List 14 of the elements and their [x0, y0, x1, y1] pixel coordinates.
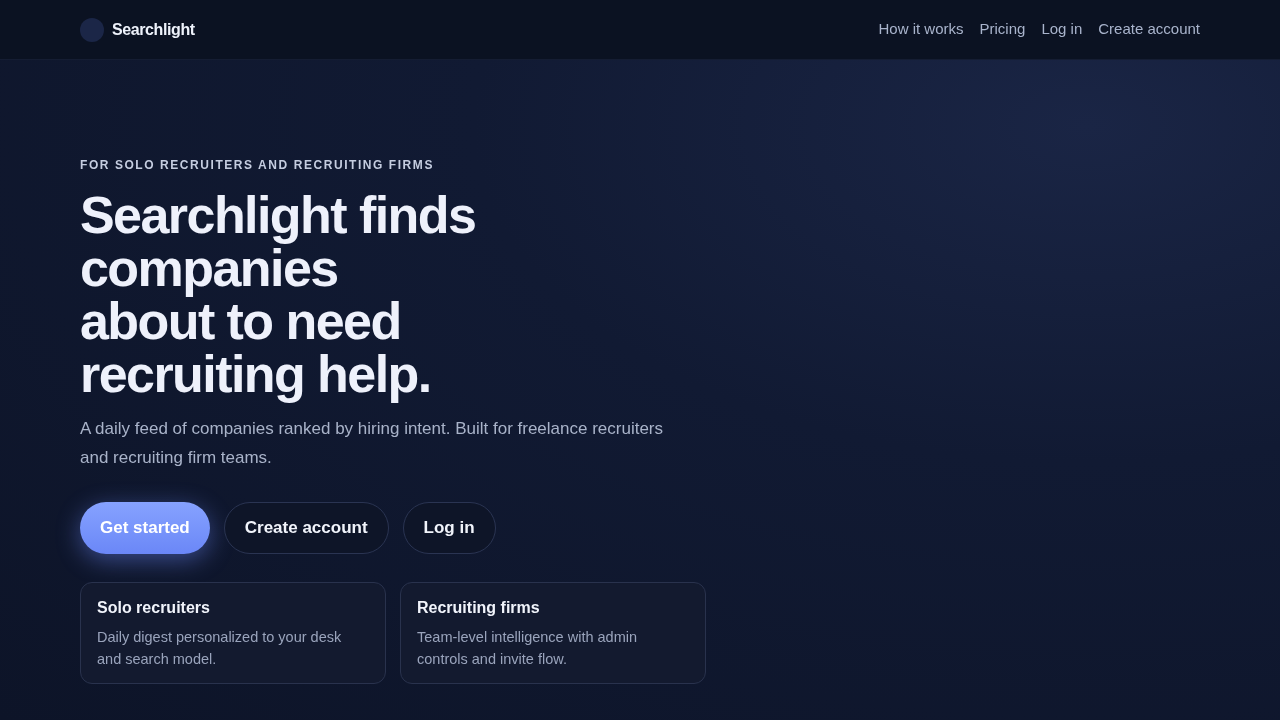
card-text: Team-level intelligence with admin controls and invite flow.: [417, 628, 639, 669]
card-title: Recruiting firms: [417, 598, 540, 618]
card-title: Solo recruiters: [97, 598, 210, 618]
hero-headline: Searchlight finds companies about to need recruiting help.: [80, 189, 476, 401]
outline-button[interactable]: Create account: [223, 502, 389, 554]
brand-name[interactable]: Searchlight: [112, 17, 195, 42]
nav-link[interactable]: Create account: [1098, 18, 1200, 41]
hero-description: A daily feed of companies ranked by hiring intent. Built for freelance recruiters and recruiting firm teams.: [80, 418, 665, 469]
outline-button[interactable]: Log in: [402, 502, 496, 554]
nav-link[interactable]: Log in: [1041, 18, 1083, 41]
nav-link[interactable]: How it works: [878, 18, 964, 41]
nav-link[interactable]: Pricing: [979, 18, 1026, 41]
card-text: Daily digest personalized to your desk and search model.: [97, 628, 343, 669]
eyebrow-text: FOR SOLO RECRUITERS AND RECRUITING FIRMS: [80, 157, 434, 173]
